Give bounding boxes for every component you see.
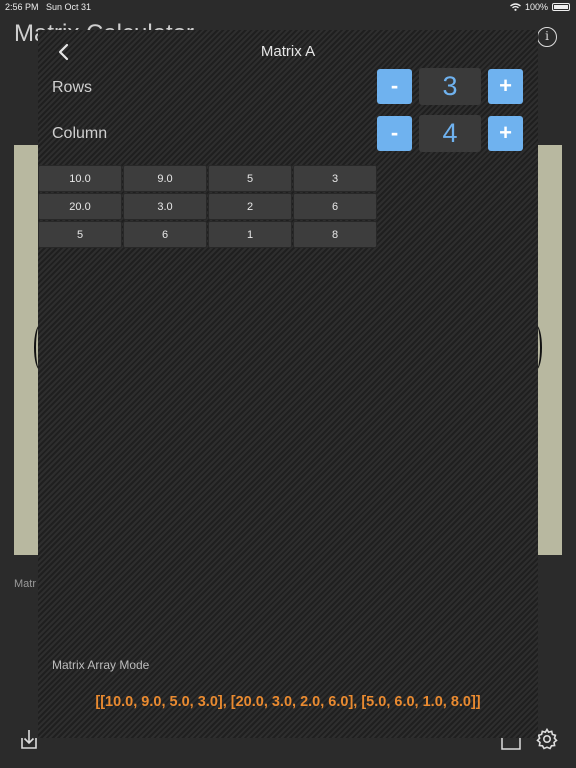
matrix-cell[interactable]: 20.0 — [38, 193, 122, 220]
rows-increment-button[interactable]: + — [488, 69, 523, 104]
battery-percent: 100% — [524, 2, 548, 12]
array-value-text: [[10.0, 9.0, 5.0, 3.0], [20.0, 3.0, 2.0,… — [95, 694, 481, 710]
matrix-cell[interactable]: 6 — [293, 193, 377, 220]
gear-icon[interactable] — [535, 727, 559, 751]
matrix-editor-modal: Matrix A Rows - 3 + Column - 4 + 10.0 9.… — [38, 30, 538, 738]
modal-title: Matrix A — [260, 43, 316, 60]
matrix-cell[interactable]: 5 — [208, 165, 292, 192]
status-bar: 2:56 PM Sun Oct 31 100% — [0, 0, 576, 14]
matrix-cell[interactable]: 5 — [38, 221, 122, 248]
matrix-cell[interactable]: 10.0 — [38, 165, 122, 192]
rows-label: Rows — [52, 79, 93, 96]
columns-label: Column — [52, 125, 108, 142]
columns-value: 4 — [419, 115, 481, 152]
status-date: Sun Oct 31 — [46, 2, 92, 12]
download-icon[interactable] — [18, 728, 40, 750]
matrix-cell[interactable]: 9.0 — [123, 165, 207, 192]
columns-increment-button[interactable]: + — [488, 116, 523, 151]
wifi-icon — [510, 3, 521, 11]
matrix-cell[interactable]: 6 — [123, 221, 207, 248]
matrix-cell[interactable]: 3.0 — [123, 193, 207, 220]
array-mode-label: Matrix Array Mode — [52, 658, 150, 672]
status-right: 100% — [510, 2, 570, 12]
rows-decrement-button[interactable]: - — [377, 69, 412, 104]
info-icon[interactable]: i — [537, 27, 557, 47]
status-time: 2:56 PM — [5, 2, 39, 12]
matrix-cell[interactable]: 2 — [208, 193, 292, 220]
columns-decrement-button[interactable]: - — [377, 116, 412, 151]
battery-icon — [552, 3, 570, 11]
rows-value: 3 — [419, 68, 481, 105]
matrix-cell[interactable]: 1 — [208, 221, 292, 248]
background-side-label: Matr — [14, 578, 36, 590]
matrix-cell[interactable]: 8 — [293, 221, 377, 248]
matrix-cell[interactable]: 3 — [293, 165, 377, 192]
